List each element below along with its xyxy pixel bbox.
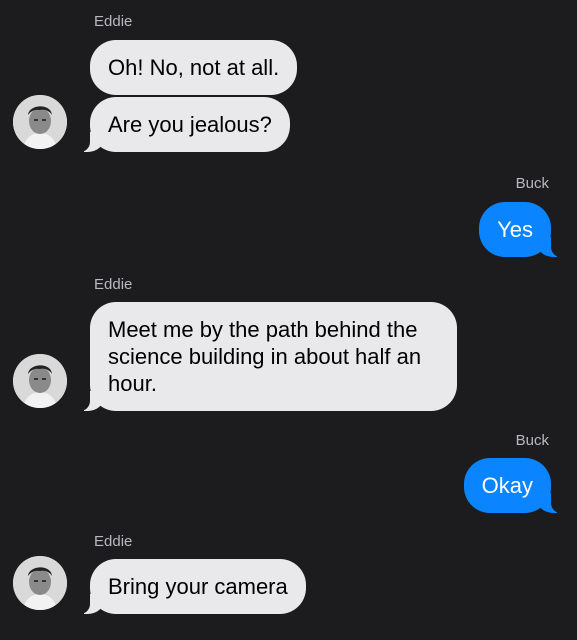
contact-avatar[interactable]: [13, 354, 67, 408]
message-bubble-outgoing[interactable]: Okay: [463, 458, 562, 513]
sender-name-eddie: Eddie: [94, 13, 133, 30]
message-bubble-incoming[interactable]: Bring your camera: [80, 559, 306, 614]
message-text-line: science building in about half an: [108, 344, 422, 369]
message-text: Okay: [481, 473, 533, 498]
message-text-line: hour.: [108, 371, 157, 396]
sender-name-eddie: Eddie: [94, 276, 133, 293]
contact-avatar[interactable]: [13, 95, 67, 149]
message-text: Oh! No, not at all.: [108, 55, 280, 80]
message-text: Yes: [497, 217, 533, 242]
sender-name-buck: Buck: [515, 175, 549, 192]
message-bubble-outgoing[interactable]: Yes: [479, 202, 561, 257]
avatar-photo-icon: [13, 556, 67, 610]
message-text: Bring your camera: [108, 574, 288, 599]
sender-name-buck: Buck: [515, 432, 549, 449]
contact-avatar[interactable]: [13, 556, 67, 610]
message-bubble-incoming[interactable]: Are you jealous?: [80, 97, 290, 152]
message-text-line: Meet me by the path behind the: [108, 317, 418, 342]
message-bubble-incoming[interactable]: Oh! No, not at all.: [90, 40, 298, 95]
message-text: Are you jealous?: [108, 112, 272, 137]
sender-name-eddie: Eddie: [94, 533, 133, 550]
avatar-photo-icon: [13, 95, 67, 149]
avatar-photo-icon: [13, 354, 67, 408]
message-bubble-incoming[interactable]: Meet me by the path behind the science b…: [80, 302, 457, 411]
